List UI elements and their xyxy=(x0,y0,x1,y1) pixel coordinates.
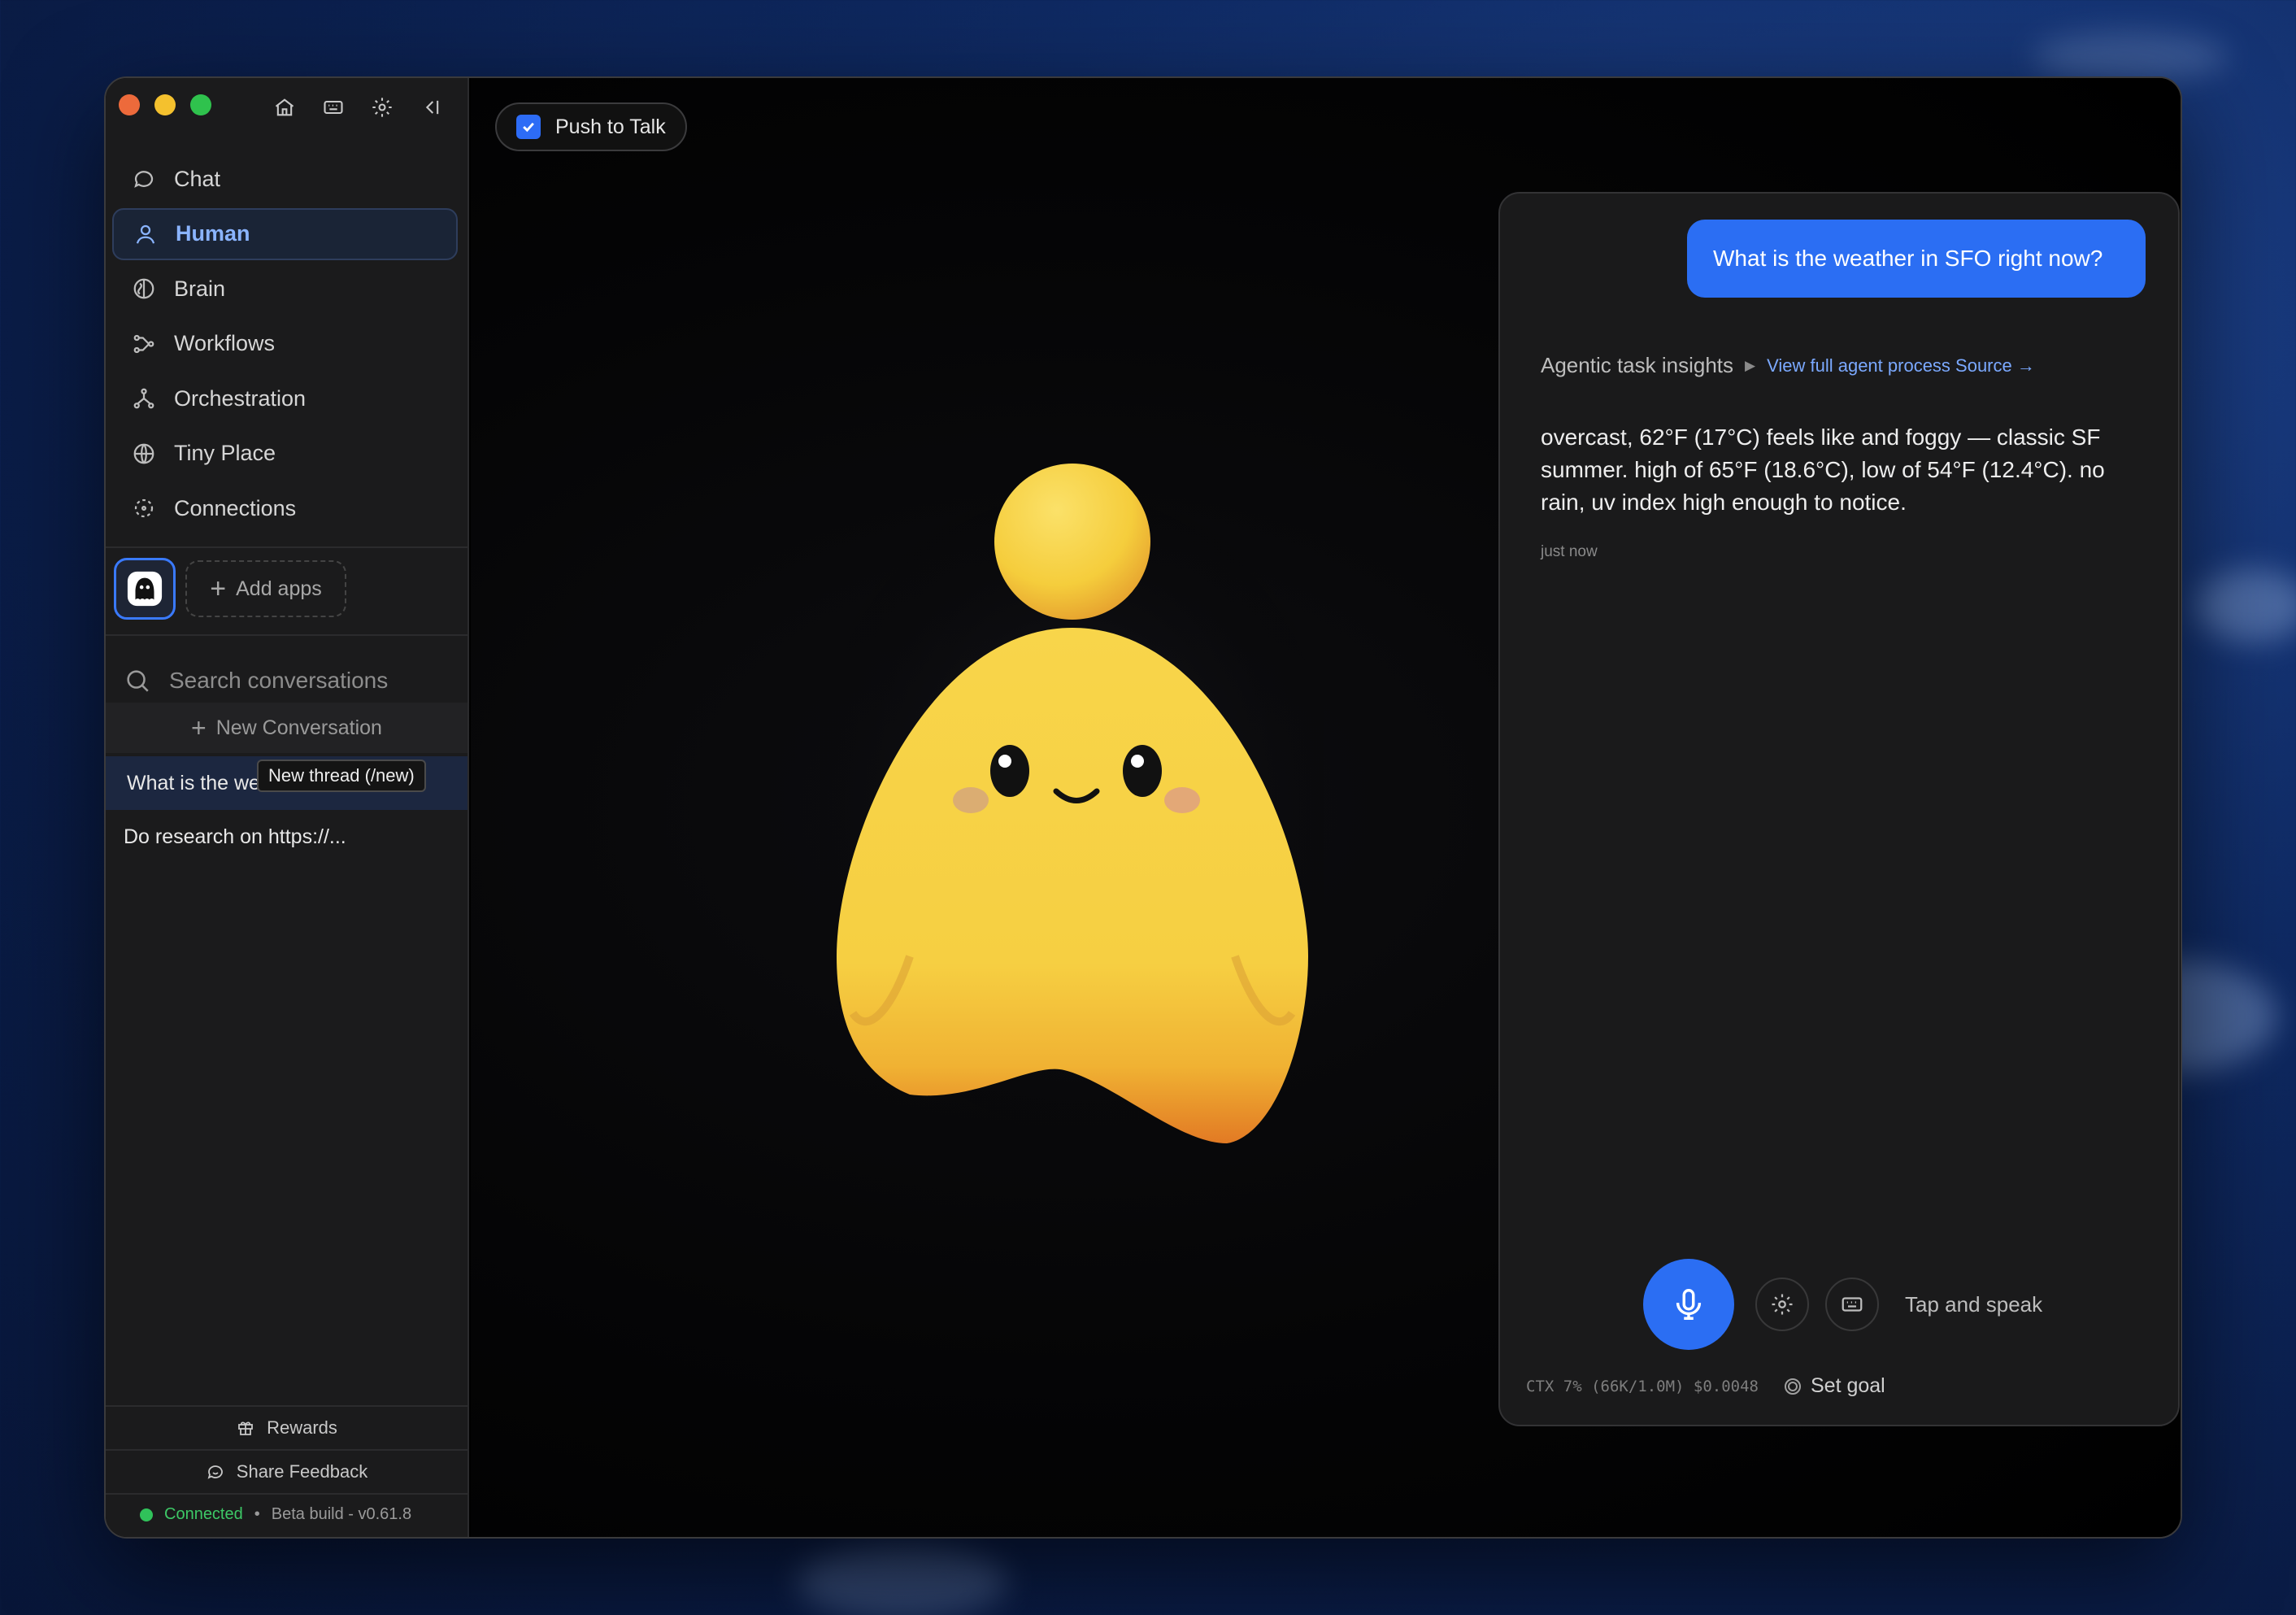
set-goal-button[interactable]: Set goal xyxy=(1783,1374,1885,1398)
push-to-talk-label: Push to Talk xyxy=(555,115,666,138)
divider xyxy=(106,546,467,548)
sidebar-item-orchestration[interactable]: Orchestration xyxy=(112,372,458,424)
share-feedback-label: Share Feedback xyxy=(236,1461,368,1482)
ghost-app-icon xyxy=(127,571,163,607)
sidebar-nav: Chat Human Brain Workflows Orchestration… xyxy=(112,153,458,538)
keyboard-icon[interactable] xyxy=(322,96,345,119)
sidebar-item-label: Connections xyxy=(174,495,297,520)
app-window: Chat Human Brain Workflows Orchestration… xyxy=(104,76,2182,1539)
context-status-bar: CTX 7% (66K/1.0M) $0.0048 Set goal xyxy=(1526,1374,1885,1398)
status-text: Connected xyxy=(164,1505,243,1523)
chat-bubble-icon xyxy=(134,171,154,188)
globe-icon xyxy=(133,443,154,464)
agentic-insights: Agentic task insights ▶ View full agent … xyxy=(1541,353,2035,378)
voice-controls: Tap and speak xyxy=(1643,1259,2042,1350)
connections-icon xyxy=(134,498,154,518)
context-usage: CTX 7% (66K/1.0M) $0.0048 xyxy=(1526,1377,1759,1395)
plus-icon: + xyxy=(191,713,207,742)
collapse-sidebar-icon[interactable] xyxy=(420,96,442,119)
divider xyxy=(106,1493,467,1495)
build-version: Beta build - v0.61.8 xyxy=(271,1505,412,1523)
gear-icon xyxy=(1772,1294,1793,1315)
share-feedback-button[interactable]: Share Feedback xyxy=(106,1451,467,1493)
view-agent-process-link[interactable]: View full agent process Source → xyxy=(1767,355,2035,377)
sidebar-item-workflows[interactable]: Workflows xyxy=(112,318,458,370)
plus-icon: + xyxy=(210,573,227,604)
sidebar: Chat Human Brain Workflows Orchestration… xyxy=(106,78,469,1537)
sidebar-item-chat[interactable]: Chat xyxy=(112,153,458,205)
conversation-item[interactable]: Do research on https://... xyxy=(106,810,467,864)
gift-icon xyxy=(238,1421,253,1435)
sidebar-item-human[interactable]: Human xyxy=(112,207,458,260)
checkbox-checked-icon[interactable] xyxy=(516,115,541,139)
new-thread-tooltip: New thread (/new) xyxy=(257,760,426,792)
sidebar-item-label: Orchestration xyxy=(174,385,307,411)
sidebar-item-connections[interactable]: Connections xyxy=(112,482,458,534)
person-icon xyxy=(136,224,155,244)
apps-row: + Add apps xyxy=(114,558,346,620)
microphone-icon xyxy=(1676,1289,1702,1320)
mascot-character xyxy=(820,452,1324,1151)
gear-icon[interactable] xyxy=(371,96,394,119)
conversation-title: Do research on https://... xyxy=(124,825,346,848)
maximize-window-button[interactable] xyxy=(190,94,211,115)
user-message-bubble: What is the weather in SFO right now? xyxy=(1687,220,2146,298)
app-tile-ghost[interactable] xyxy=(114,558,176,620)
sidebar-item-brain[interactable]: Brain xyxy=(112,263,458,315)
home-icon[interactable] xyxy=(273,96,296,119)
main-area: Push to Talk What is the weather in SFO … xyxy=(471,78,2181,1537)
message-timestamp: just now xyxy=(1541,543,1598,560)
window-controls xyxy=(119,94,211,115)
minimize-window-button[interactable] xyxy=(154,94,176,115)
keyboard-input-button[interactable] xyxy=(1825,1278,1879,1331)
orchestration-icon xyxy=(133,388,154,409)
search-input[interactable] xyxy=(169,668,437,694)
add-apps-button[interactable]: + Add apps xyxy=(185,560,346,617)
sidebar-item-label: Workflows xyxy=(174,331,276,355)
close-window-button[interactable] xyxy=(119,94,140,115)
new-conversation-button[interactable]: + New Conversation xyxy=(106,703,467,753)
target-icon xyxy=(1784,1378,1801,1395)
connection-status: Connected • Beta build - v0.61.8 xyxy=(140,1505,411,1524)
sidebar-item-label: Chat xyxy=(174,166,221,191)
feedback-icon xyxy=(207,1465,223,1479)
expand-triangle-icon[interactable]: ▶ xyxy=(1745,358,1755,374)
rewards-label: Rewards xyxy=(267,1417,337,1438)
sidebar-item-label: Tiny Place xyxy=(174,441,276,465)
brain-icon xyxy=(133,278,154,299)
insights-label: Agentic task insights xyxy=(1541,353,1734,377)
set-goal-label: Set goal xyxy=(1810,1374,1885,1397)
rewards-button[interactable]: Rewards xyxy=(106,1407,467,1449)
chat-panel: What is the weather in SFO right now? Ag… xyxy=(1498,192,2180,1426)
workflow-icon xyxy=(133,334,154,353)
assistant-message: overcast, 62°F (17°C) feels like and fog… xyxy=(1541,424,2105,515)
keyboard-icon xyxy=(1842,1297,1863,1312)
search-icon xyxy=(127,670,149,692)
tap-and-speak-hint: Tap and speak xyxy=(1905,1291,2043,1317)
conversation-title: What is the we xyxy=(127,771,260,794)
voice-settings-button[interactable] xyxy=(1755,1278,1809,1331)
sidebar-item-label: Brain xyxy=(174,276,226,301)
add-apps-label: Add apps xyxy=(236,577,322,600)
separator-dot: • xyxy=(254,1505,260,1523)
status-dot xyxy=(140,1508,153,1521)
microphone-button[interactable] xyxy=(1643,1259,1734,1350)
divider xyxy=(106,634,467,636)
sidebar-item-tiny-place[interactable]: Tiny Place xyxy=(112,428,458,480)
new-conversation-label: New Conversation xyxy=(215,716,382,739)
push-to-talk-toggle[interactable]: Push to Talk xyxy=(495,102,687,151)
sidebar-toolbar xyxy=(273,96,442,119)
sidebar-item-label: Human xyxy=(176,221,250,246)
